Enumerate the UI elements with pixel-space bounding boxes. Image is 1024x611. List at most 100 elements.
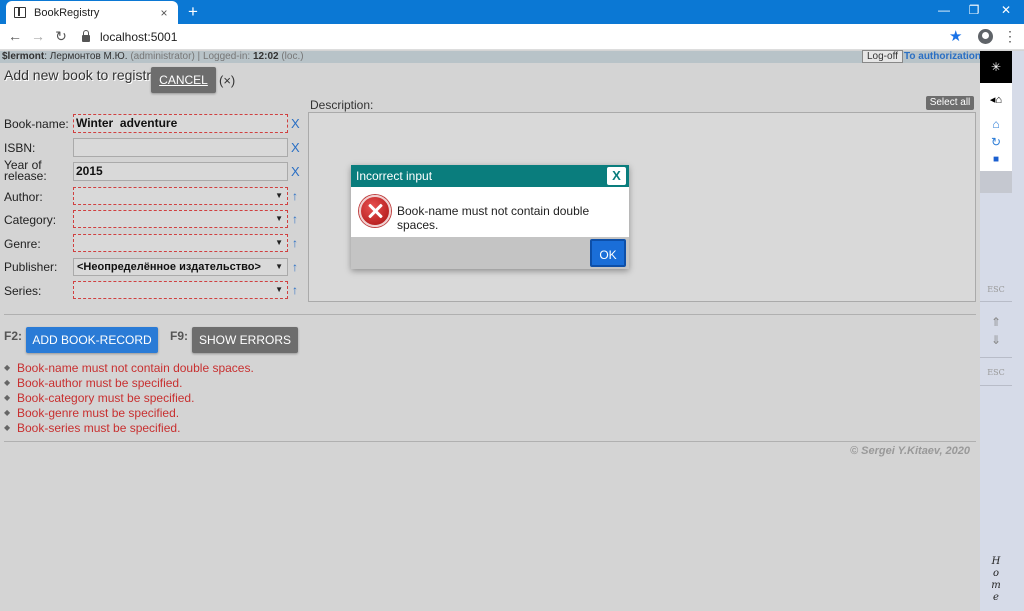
sidebar-esc-button-2[interactable]: ESC [980,368,1012,377]
clear-isbn-button[interactable]: X [291,140,300,155]
author-up-button[interactable]: ↑ [292,189,298,203]
category-select[interactable]: ▼ [73,210,288,228]
url-text[interactable]: localhost:5001 [100,30,177,44]
sidebar-divider [980,301,1012,302]
chevron-down-icon: ▼ [275,238,283,247]
home-icon[interactable]: ⌂ [980,117,1012,131]
f2-hint: F2: [4,329,22,343]
clear-year-button[interactable]: X [291,164,300,179]
book-name-input[interactable]: Winter adventure [73,114,288,133]
chevron-down-icon: ▼ [275,285,283,294]
right-sidebar: ✳ ◂⌂ ⌂ ↻ ■ ESC ⇑ ⇓ ESC Home [980,51,1024,611]
dialog-message: Book-name must not contain double spaces… [397,204,590,232]
chevron-down-icon: ▼ [275,191,283,200]
author-select[interactable]: ▼ [73,187,288,205]
series-label: Series: [4,284,42,298]
bullet-icon: ◆ [4,363,11,372]
browser-tab[interactable]: BookRegistry × [6,1,178,24]
ok-button[interactable]: OK [590,239,626,267]
description-label: Description: [310,98,374,112]
sidebar-esc-button[interactable]: ESC [980,285,1012,294]
show-errors-button[interactable]: SHOW ERRORS [192,327,298,353]
select-all-button[interactable]: Select all [926,96,974,110]
divider [4,314,976,315]
series-select[interactable]: ▼ [73,281,288,299]
error-text: Book-category must be specified. [17,390,195,405]
login-status-bar: $lermont: Лермонтов М.Ю. (administrator)… [0,51,980,63]
f9-hint: F9: [170,329,188,343]
genre-label: Genre: [4,237,41,251]
cancel-button[interactable]: CANCEL [151,67,216,93]
log-off-button[interactable]: Log-off [862,50,903,63]
incorrect-input-dialog: Incorrect input X Book-name must not con… [351,165,629,269]
login-location: (loc.) [278,51,304,62]
bullet-icon: ◆ [4,408,11,417]
chevron-down-icon: ▼ [275,262,283,271]
address-bar[interactable]: localhost:5001 [82,27,972,47]
error-item: ◆ Book-name must not contain double space… [4,360,254,375]
sidebar-gray-block [980,171,1012,193]
chevron-down-icon: ▼ [275,214,283,223]
forward-arrow-icon[interactable]: → [29,28,47,44]
publisher-select[interactable]: <Неопределённое издательство> ▼ [73,258,288,276]
bullet-icon: ◆ [4,378,11,387]
new-tab-button[interactable]: + [184,2,202,22]
reload-icon[interactable]: ↻ [52,28,70,45]
book-name-label: Book-name: [4,117,69,131]
series-up-button[interactable]: ↑ [292,283,298,297]
bullet-icon: ◆ [4,423,11,432]
error-item: ◆ Book-series must be specified. [4,420,254,435]
minimize-window-button[interactable]: — [934,3,954,17]
clear-book-name-button[interactable]: X [291,116,300,131]
publisher-up-button[interactable]: ↑ [292,260,298,274]
sidebar-divider [980,385,1012,386]
copyright-text: © Sergei Y.Kitaev, 2020 [850,445,971,457]
close-window-button[interactable]: ✕ [996,3,1016,17]
error-text: Book-genre must be specified. [17,405,180,420]
dialog-close-button[interactable]: X [607,167,626,185]
sidebar-star-button[interactable]: ✳ [980,51,1012,83]
browser-toolbar: ← → ↻ localhost:5001 ★ ⋮ [0,24,1024,50]
cancel-shortcut[interactable]: (×) [219,73,235,88]
tab-close-icon[interactable]: × [156,6,172,20]
sidebar-divider [980,357,1012,358]
dialog-title: Incorrect input [356,169,433,183]
lock-icon [82,30,90,42]
page-title: Add new book to registry [4,67,159,83]
profile-avatar-icon[interactable] [978,29,993,44]
error-list: ◆ Book-name must not contain double space… [4,360,254,435]
user-full-name: : Лермонтов М.Ю. [44,51,128,62]
tab-title: BookRegistry [34,6,100,19]
dialog-header: Incorrect input X [351,165,629,187]
genre-select[interactable]: ▼ [73,234,288,252]
scroll-down-icon[interactable]: ⇓ [980,333,1012,347]
scroll-up-icon[interactable]: ⇑ [980,315,1012,329]
error-icon [359,195,391,227]
square-icon[interactable]: ■ [980,154,1012,165]
divider [4,441,976,442]
login-time: 12:02 [252,51,279,62]
dialog-footer [351,237,629,269]
error-item: ◆ Book-category must be specified. [4,390,254,405]
back-arrow-icon[interactable]: ← [6,28,24,44]
genre-up-button[interactable]: ↑ [292,236,298,250]
category-label: Category: [4,213,57,227]
bookmark-star-icon[interactable]: ★ [949,27,962,45]
refresh-icon[interactable]: ↻ [980,135,1012,149]
category-up-button[interactable]: ↑ [292,212,298,226]
browser-menu-icon[interactable]: ⋮ [1003,28,1017,45]
publisher-label: Publisher: [4,260,58,274]
isbn-input[interactable] [73,138,288,157]
isbn-label: ISBN: [4,141,36,155]
author-label: Author: [4,190,43,204]
year-label: Year of release: [4,158,47,183]
year-input[interactable]: 2015 [73,162,288,181]
home-back-icon[interactable]: ◂⌂ [980,93,1012,106]
sidebar-icon-panel: ◂⌂ ⌂ ↻ ■ [980,83,1012,171]
restore-window-button[interactable]: ❐ [964,3,984,17]
add-book-record-button[interactable]: ADD BOOK-RECORD [26,327,158,353]
sidebar-home-label[interactable]: Home [980,556,1012,604]
book-icon [14,7,26,18]
to-authorization-link[interactable]: To authorization [904,51,981,63]
username: $lermont [2,51,45,62]
